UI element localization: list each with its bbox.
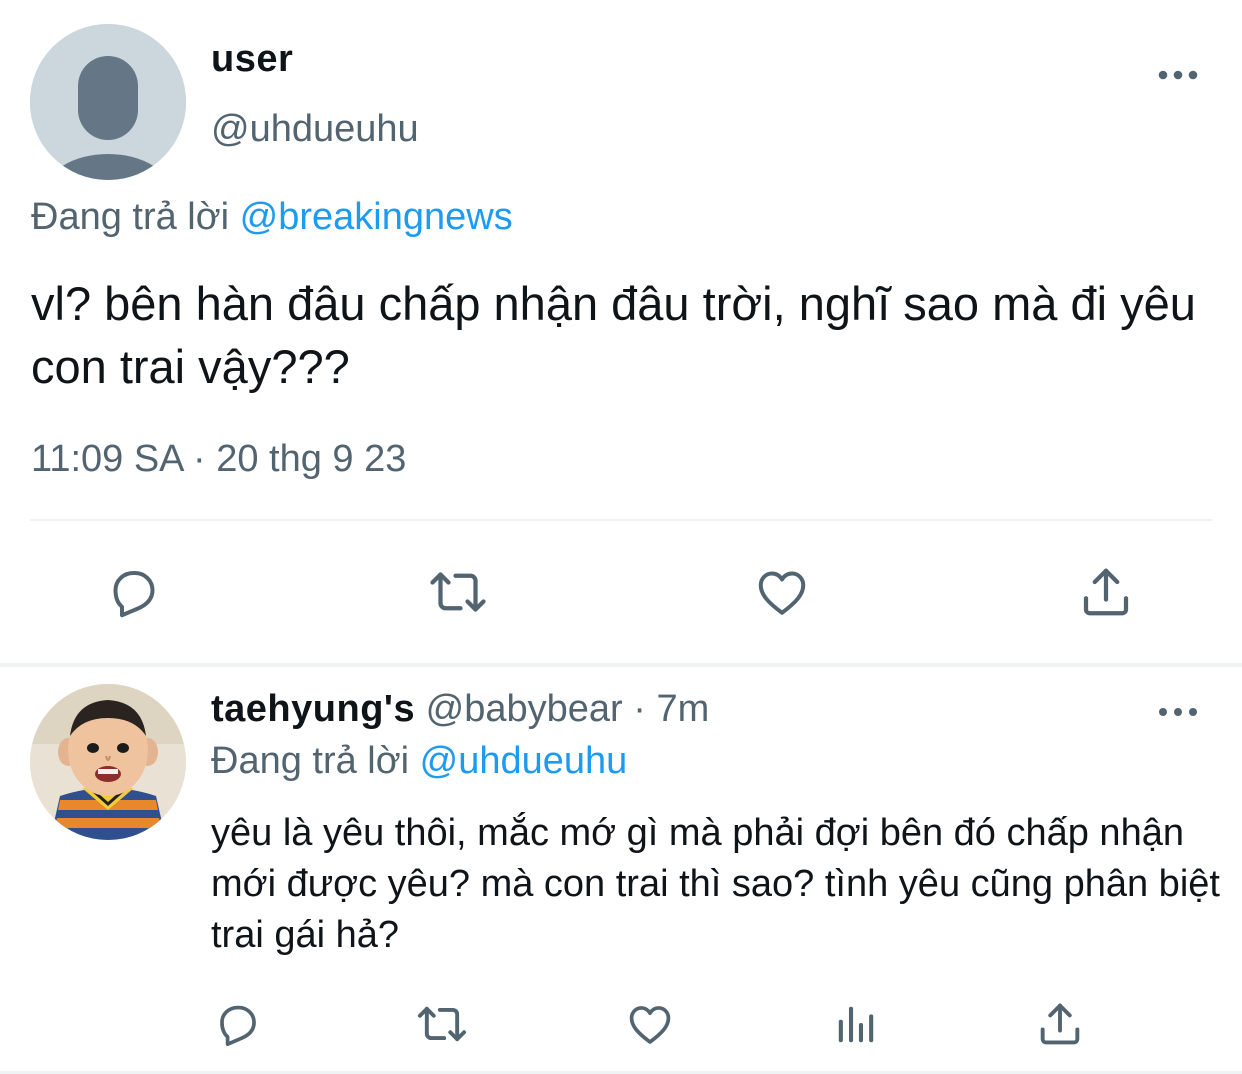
avatar[interactable]: [30, 24, 186, 180]
replying-to: Đang trả lời @uhdueuhu: [211, 740, 627, 783]
divider: [30, 519, 1212, 521]
like-icon: [758, 571, 806, 615]
relative-time[interactable]: 7m: [656, 688, 709, 730]
share-button[interactable]: [1034, 998, 1086, 1050]
tweet-text: vl? bên hàn đâu chấp nhận đâu trời, nghĩ…: [31, 277, 1196, 393]
like-button[interactable]: [752, 562, 812, 622]
tweet-text: yêu là yêu thôi, mắc mớ gì mà phải đợi b…: [211, 812, 1220, 956]
like-icon: [629, 1006, 671, 1044]
more-icon: [1158, 70, 1198, 80]
user-handle[interactable]: @uhdueuhu: [211, 108, 419, 151]
mention-link[interactable]: @uhdueuhu: [420, 740, 628, 782]
like-button[interactable]: [624, 998, 676, 1050]
reply-header: taehyung's @babybear · 7m: [211, 688, 709, 731]
retweet-icon: [430, 572, 486, 612]
reply-icon: [113, 571, 155, 618]
share-icon: [1040, 1003, 1080, 1045]
share-icon: [1083, 568, 1129, 616]
more-options-button[interactable]: [1156, 58, 1200, 92]
reply-button[interactable]: [104, 562, 164, 622]
replying-to-label: Đang trả lời: [211, 740, 410, 782]
more-options-button[interactable]: [1156, 697, 1200, 727]
user-handle[interactable]: @babybear: [426, 688, 623, 730]
mention-link[interactable]: @breakingnews: [240, 196, 513, 238]
section-divider: [0, 663, 1242, 667]
reply-button[interactable]: [212, 998, 264, 1050]
replying-to-label: Đang trả lời: [31, 196, 230, 238]
tweet-timestamp[interactable]: 11:09 SA · 20 thg 9 23: [31, 438, 406, 481]
analytics-icon: [838, 1006, 874, 1043]
display-name[interactable]: taehyung's: [211, 688, 415, 730]
reply-icon: [220, 1005, 256, 1046]
retweet-button[interactable]: [428, 562, 488, 622]
display-name[interactable]: user: [211, 38, 293, 81]
share-button[interactable]: [1076, 562, 1136, 622]
baby-photo-avatar: [30, 684, 186, 840]
avatar[interactable]: [30, 684, 186, 840]
retweet-icon: [417, 1006, 467, 1042]
retweet-button[interactable]: [416, 998, 468, 1050]
separator: ·: [633, 688, 646, 730]
replying-to: Đang trả lời @breakingnews: [31, 196, 513, 239]
analytics-button[interactable]: [830, 998, 882, 1050]
default-profile-icon: [30, 24, 186, 180]
more-icon: [1159, 708, 1197, 716]
